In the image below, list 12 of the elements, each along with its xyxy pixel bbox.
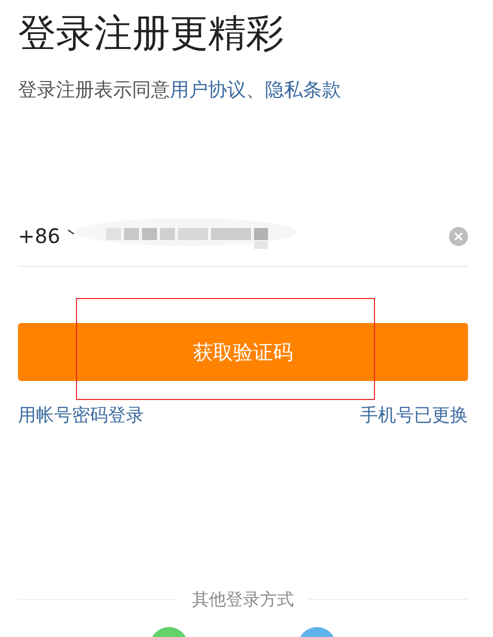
country-code: +86: [18, 224, 60, 248]
agreement-text: 登录注册表示同意用户协议、隐私条款: [18, 78, 342, 103]
login-option-icon[interactable]: [298, 627, 336, 637]
section-label: 其他登录方式: [192, 589, 294, 611]
text-link[interactable]: 用帐号密码登录: [18, 403, 144, 427]
phone-field[interactable]: +86: [18, 206, 468, 267]
clear-icon[interactable]: [449, 226, 468, 246]
agreement-link[interactable]: 用户协议: [170, 79, 246, 101]
text-link[interactable]: 手机号已更换: [360, 403, 468, 427]
login-option-icon[interactable]: [150, 627, 188, 637]
agreement-link[interactable]: 隐私条款: [265, 79, 341, 101]
page-title: 登录注册更精彩: [18, 10, 285, 57]
